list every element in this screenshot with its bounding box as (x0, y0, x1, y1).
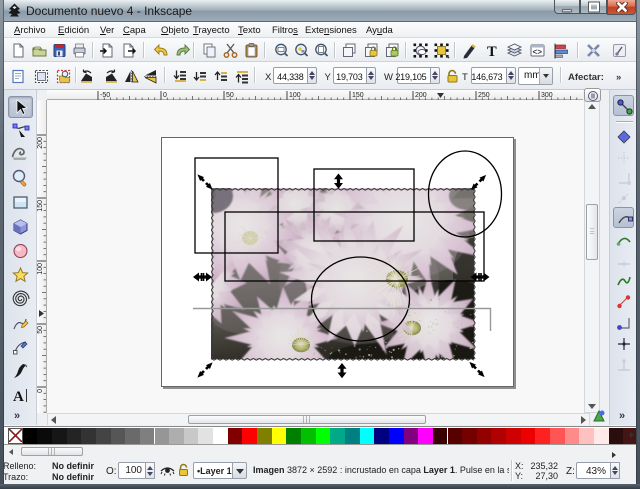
svg-text:200: 200 (415, 92, 427, 99)
svg-text:300: 300 (541, 92, 553, 99)
svg-text:150: 150 (37, 200, 44, 212)
svg-text:50: 50 (37, 326, 44, 334)
svg-text:100: 100 (37, 263, 44, 275)
svg-text:A: A (13, 389, 24, 405)
svg-text:<>: <> (532, 49, 542, 58)
svg-text:T: T (487, 44, 497, 59)
svg-text:250: 250 (478, 92, 490, 99)
svg-text:150: 150 (352, 92, 364, 99)
svg-text:0: 0 (37, 389, 44, 393)
svg-text:100: 100 (289, 92, 301, 99)
svg-text:-50: -50 (100, 92, 110, 99)
svg-text:200: 200 (37, 137, 44, 149)
svg-text:0: 0 (163, 92, 167, 99)
